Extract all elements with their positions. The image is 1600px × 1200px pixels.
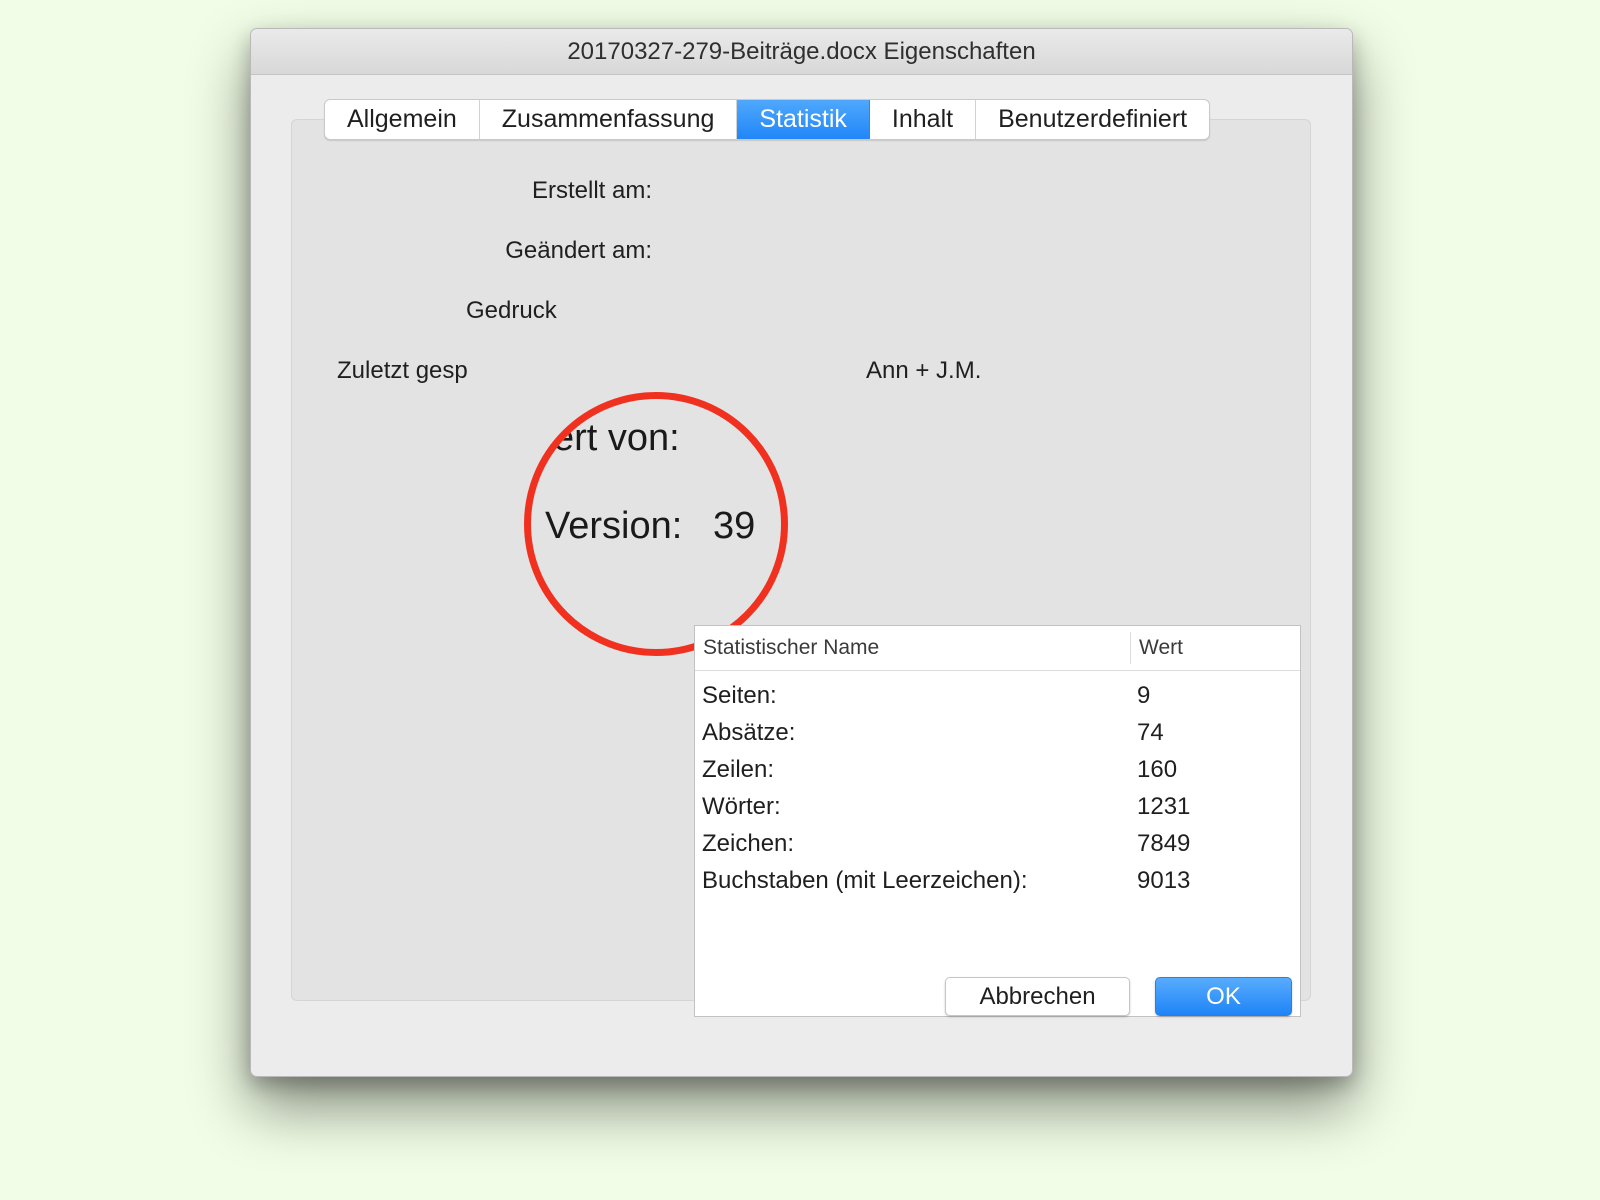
tab-bar: Allgemein Zusammenfassung Statistik Inha… [324, 99, 1211, 140]
tab-allgemein[interactable]: Allgemein [325, 100, 480, 139]
table-row[interactable]: Buchstaben (mit Leerzeichen): 9013 [695, 862, 1300, 899]
tab-inhalt[interactable]: Inhalt [870, 100, 977, 139]
statistics-table[interactable]: Statistischer Name Wert Seiten: 9 Absätz… [694, 625, 1301, 1017]
table-row[interactable]: Zeichen: 7849 [695, 825, 1300, 862]
stat-name: Buchstaben (mit Leerzeichen): [702, 867, 1028, 894]
table-row[interactable]: Absätze: 74 [695, 714, 1300, 751]
tab-statistik[interactable]: Statistik [737, 100, 870, 139]
table-header: Statistischer Name Wert [695, 626, 1300, 671]
magnified-saved-by-label: ert von: [553, 417, 680, 459]
table-row[interactable]: Seiten: 9 [695, 677, 1300, 714]
tab-content-panel: Erstellt am: Geändert am: Gedruck Zuletz… [291, 119, 1311, 1017]
stat-value: 160 [1137, 756, 1178, 783]
window-title: 20170327-279-Beiträge.docx Eigenschaften [251, 29, 1352, 75]
column-header-value[interactable]: Wert [1139, 626, 1183, 670]
stat-name: Absätze: [702, 719, 796, 746]
column-header-name[interactable]: Statistischer Name [703, 626, 879, 670]
table-row[interactable]: Zeilen: 160 [695, 751, 1300, 788]
stat-name: Wörter: [702, 793, 781, 820]
saved-by-label: Zuletzt gesp [337, 357, 468, 384]
table-row[interactable]: Wörter: 1231 [695, 788, 1300, 825]
created-label: Erstellt am: [531, 177, 652, 204]
printed-label: Gedruck [466, 297, 557, 324]
stat-value: 1231 [1137, 793, 1191, 820]
version-label: Version: [545, 505, 683, 547]
magnifier-highlight: ert von: Version: 39 [524, 392, 788, 656]
stat-name: Seiten: [702, 682, 777, 709]
stat-name: Zeilen: [702, 756, 775, 783]
ok-button[interactable]: OK [1155, 977, 1292, 1016]
tab-benutzerdefiniert[interactable]: Benutzerdefiniert [976, 100, 1209, 139]
version-value: 39 [713, 505, 756, 547]
stat-name: Zeichen: [702, 830, 795, 857]
stat-value: 9013 [1137, 867, 1191, 894]
tab-zusammenfassung[interactable]: Zusammenfassung [480, 100, 738, 139]
stat-value: 74 [1137, 719, 1164, 746]
properties-dialog: 20170327-279-Beiträge.docx Eigenschaften… [250, 28, 1353, 1077]
stat-value: 7849 [1137, 830, 1191, 857]
cancel-button[interactable]: Abbrechen [945, 977, 1130, 1016]
column-divider [1130, 632, 1131, 664]
stat-value: 9 [1137, 682, 1151, 709]
saved-by-value: Ann + J.M. [866, 357, 982, 384]
modified-label: Geändert am: [505, 237, 652, 264]
